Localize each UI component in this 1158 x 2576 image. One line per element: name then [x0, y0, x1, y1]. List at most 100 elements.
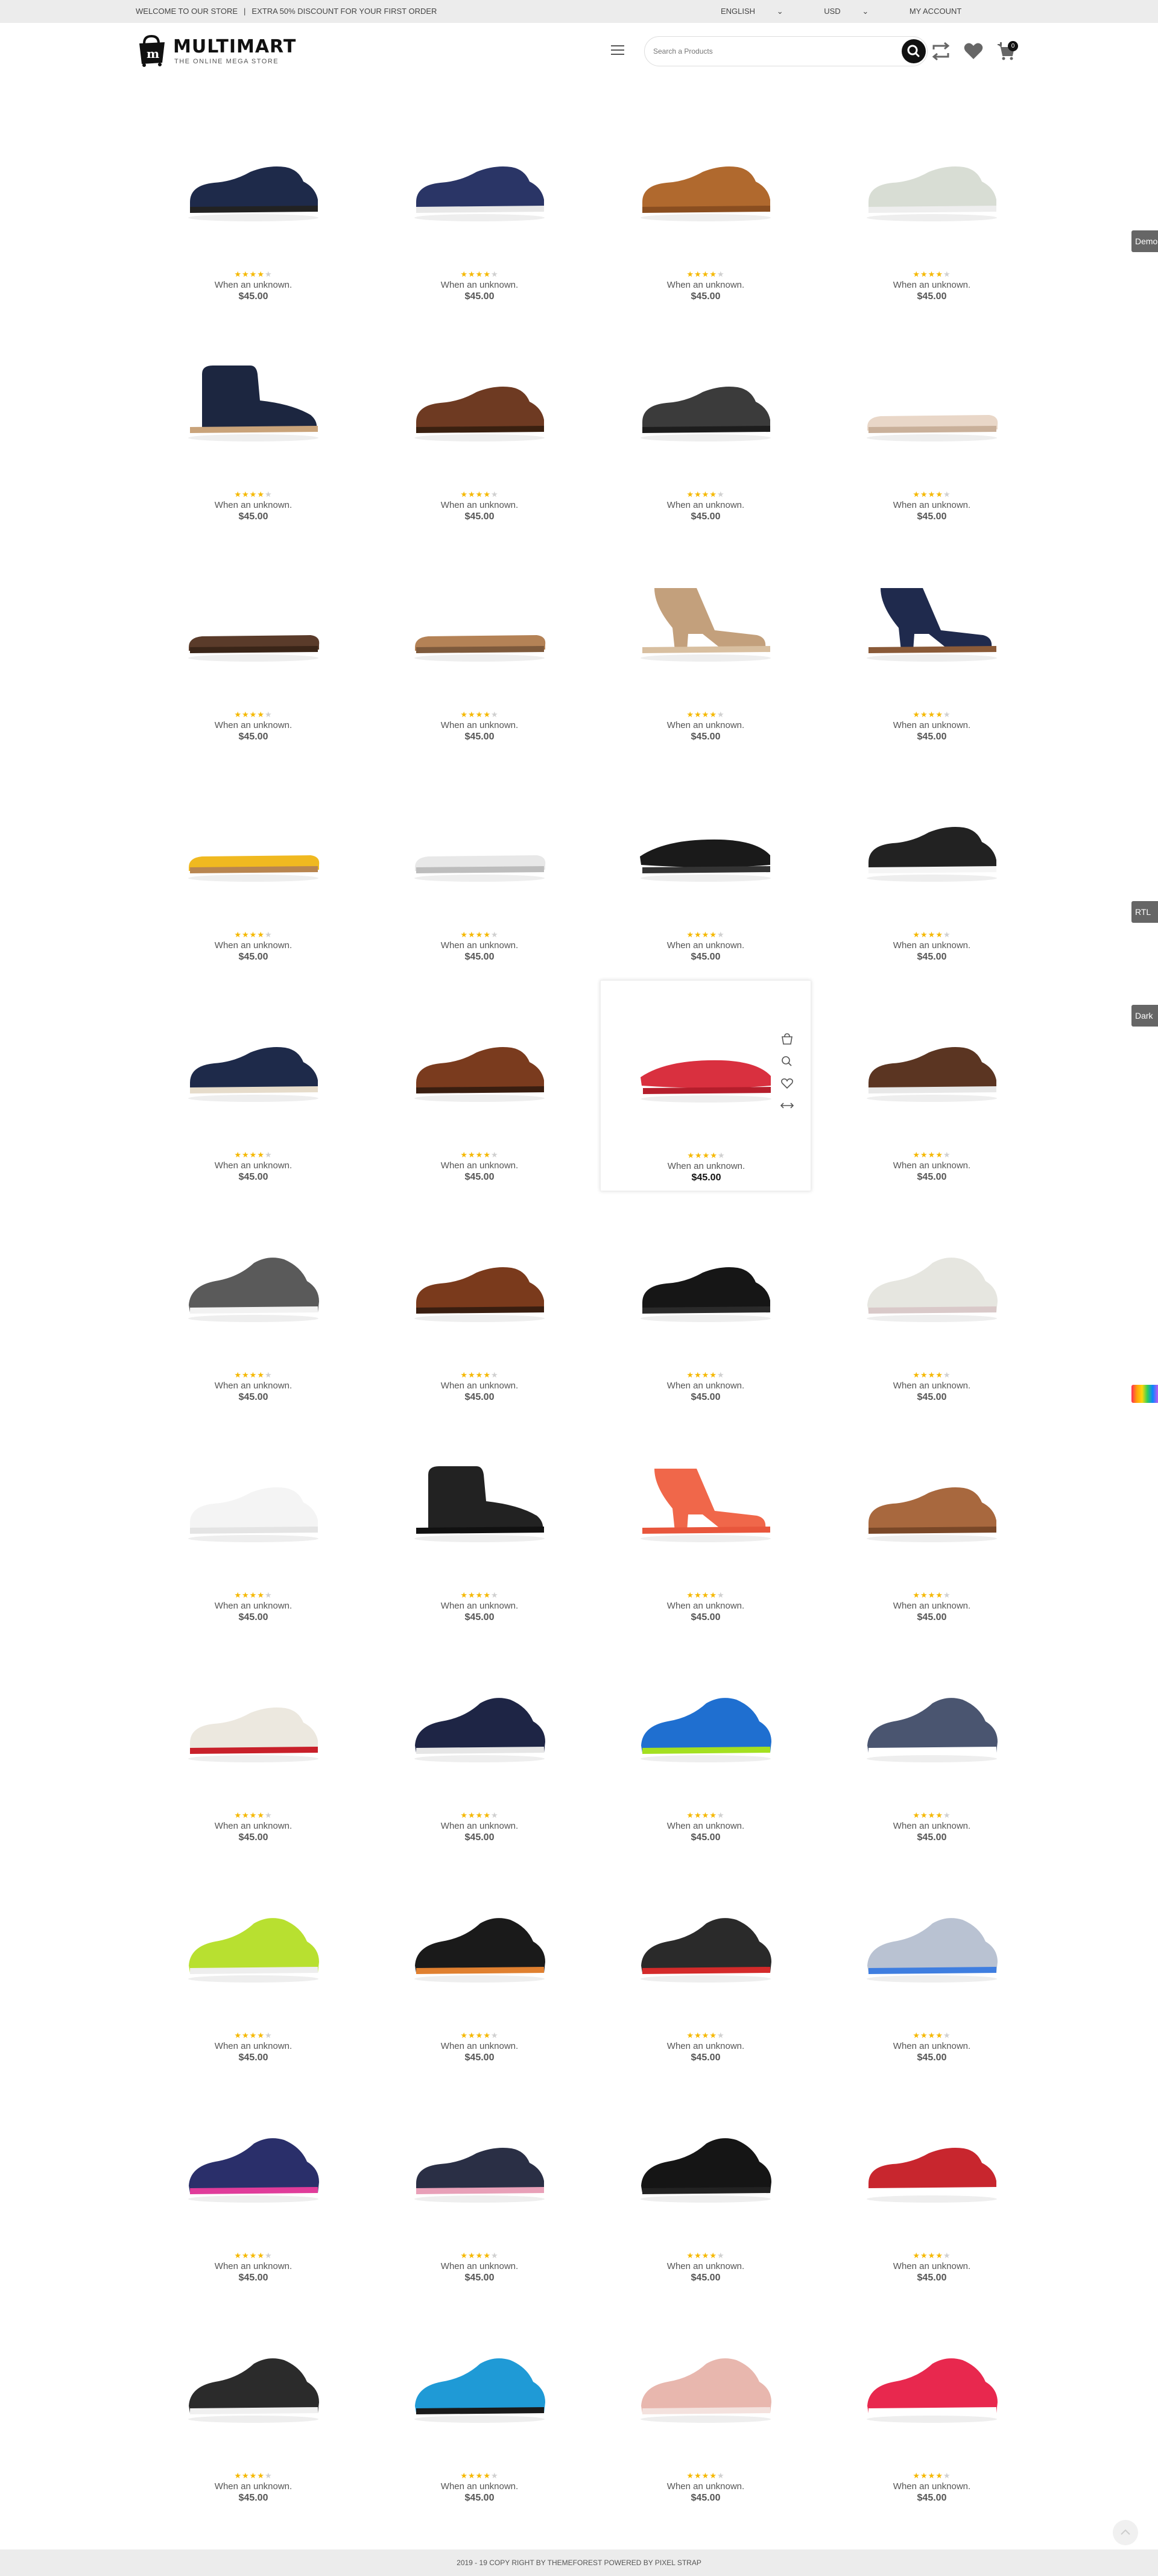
product-card[interactable]: ★★★★★ When an unknown. $45.00: [374, 1641, 585, 1852]
product-name[interactable]: When an unknown.: [600, 2481, 811, 2492]
brown-flip-flop-icon[interactable]: [178, 570, 329, 672]
product-name[interactable]: When an unknown.: [600, 1601, 811, 1611]
compare-icon[interactable]: [779, 1099, 795, 1112]
tan-suede-loafer-icon[interactable]: [856, 1451, 1007, 1553]
red-swoosh-sneaker-icon[interactable]: [856, 2111, 1007, 2214]
product-name[interactable]: When an unknown.: [600, 280, 811, 290]
product-card[interactable]: ★★★★★ When an unknown. $45.00: [826, 320, 1037, 531]
heart-icon[interactable]: [779, 1077, 795, 1090]
product-name[interactable]: When an unknown.: [826, 1381, 1037, 1391]
product-card[interactable]: ★★★★★ When an unknown. $45.00: [148, 100, 359, 311]
product-card[interactable]: ★★★★★ When an unknown. $45.00: [826, 1200, 1037, 1411]
product-card[interactable]: ★★★★★ When an unknown. $45.00: [148, 1420, 359, 1631]
product-name[interactable]: When an unknown.: [148, 1381, 359, 1391]
product-card[interactable]: ★★★★★ When an unknown. $45.00: [600, 540, 811, 751]
product-name[interactable]: When an unknown.: [148, 1821, 359, 1831]
yellow-thong-sandal-icon[interactable]: [178, 790, 329, 893]
product-name[interactable]: When an unknown.: [826, 720, 1037, 730]
product-name[interactable]: When an unknown.: [374, 500, 585, 510]
my-account-link[interactable]: MY ACCOUNT: [910, 7, 961, 16]
product-card[interactable]: ★★★★★ When an unknown. $45.00: [826, 1420, 1037, 1631]
hamburger-menu-icon[interactable]: [611, 45, 624, 55]
coral-block-heel-sandal-icon[interactable]: [630, 1451, 781, 1553]
grey-canvas-sneaker-icon[interactable]: [856, 130, 1007, 232]
product-name[interactable]: When an unknown.: [826, 2261, 1037, 2271]
quick-view-icon[interactable]: [779, 1054, 795, 1068]
cart-button[interactable]: 0: [995, 41, 1018, 62]
strappy-wedge-sandal-icon[interactable]: [630, 570, 781, 672]
product-card[interactable]: ★★★★★ When an unknown. $45.00: [600, 320, 811, 531]
product-card[interactable]: ★★★★★ When an unknown. $45.00: [826, 760, 1037, 971]
product-card[interactable]: ★★★★★ When an unknown. $45.00: [600, 1420, 811, 1631]
black-red-trail-shoe-icon[interactable]: [630, 1891, 781, 1993]
navy-chukka-boot-icon[interactable]: [178, 350, 329, 452]
navy-red-trainer-icon[interactable]: [404, 1671, 555, 1773]
product-name[interactable]: When an unknown.: [600, 2041, 811, 2051]
product-name[interactable]: When an unknown.: [148, 720, 359, 730]
product-name[interactable]: When an unknown.: [600, 940, 811, 951]
product-card[interactable]: ★★★★★ When an unknown. $45.00: [148, 760, 359, 971]
tan-woven-loafer-icon[interactable]: [630, 130, 781, 232]
grey-swoosh-sneaker-icon[interactable]: [856, 1671, 1007, 1773]
navy-pink-runner-icon[interactable]: [178, 2111, 329, 2214]
product-name[interactable]: When an unknown.: [148, 2481, 359, 2492]
product-card[interactable]: ★★★★★ When an unknown. $45.00: [374, 100, 585, 311]
product-name[interactable]: When an unknown.: [826, 1601, 1037, 1611]
product-name[interactable]: When an unknown.: [826, 1821, 1037, 1831]
product-card[interactable]: ★★★★★ When an unknown. $45.00: [826, 540, 1037, 751]
pink-classic-sneaker-icon[interactable]: [630, 2331, 781, 2434]
product-name[interactable]: When an unknown.: [826, 1160, 1037, 1171]
demo-tab[interactable]: Demo: [1131, 230, 1158, 252]
polka-dot-sneaker-icon[interactable]: [404, 2111, 555, 2214]
red-running-shoe-icon[interactable]: [856, 2331, 1007, 2434]
product-name[interactable]: When an unknown.: [374, 280, 585, 290]
product-name[interactable]: When an unknown.: [600, 1381, 811, 1391]
product-name[interactable]: When an unknown.: [374, 2041, 585, 2051]
search-input[interactable]: [653, 44, 888, 59]
grey-running-shoe-icon[interactable]: [178, 1230, 329, 1333]
black-knit-sneaker-icon[interactable]: [630, 2111, 781, 2214]
product-name[interactable]: When an unknown.: [374, 1601, 585, 1611]
navy-knit-oxford-icon[interactable]: [178, 1010, 329, 1113]
product-card[interactable]: ★★★★★ When an unknown. $45.00: [374, 1420, 585, 1631]
search-button[interactable]: [902, 39, 926, 63]
product-card[interactable]: ★★★★★ When an unknown. $45.00: [600, 980, 811, 1191]
navy-slip-on-sneaker-icon[interactable]: [404, 130, 555, 232]
black-orange-trail-shoe-icon[interactable]: [404, 1891, 555, 1993]
lace-flat-icon[interactable]: [856, 350, 1007, 452]
product-card[interactable]: ★★★★★ When an unknown. $45.00: [374, 320, 585, 531]
white-platform-sandal-icon[interactable]: [404, 790, 555, 893]
black-combat-boot-icon[interactable]: [404, 1451, 555, 1553]
dark-mode-tab[interactable]: Dark: [1131, 1005, 1158, 1027]
silver-blue-runner-icon[interactable]: [856, 1891, 1007, 1993]
product-card[interactable]: ★★★★★ When an unknown. $45.00: [374, 1200, 585, 1411]
tan-flip-flop-icon[interactable]: [404, 570, 555, 672]
product-card[interactable]: ★★★★★ When an unknown. $45.00: [148, 980, 359, 1191]
blue-lime-running-shoe-icon[interactable]: [630, 1671, 781, 1773]
product-name[interactable]: When an unknown.: [374, 2481, 585, 2492]
rtl-tab[interactable]: RTL: [1131, 901, 1158, 923]
dark-grey-brogue-icon[interactable]: [630, 350, 781, 452]
navy-suede-oxford-icon[interactable]: [178, 130, 329, 232]
red-pool-slide-icon[interactable]: [631, 1011, 782, 1113]
product-name[interactable]: When an unknown.: [600, 1821, 811, 1831]
compare-button[interactable]: [930, 41, 952, 62]
lime-running-shoe-icon[interactable]: [178, 1891, 329, 1993]
white-striped-sneaker-icon[interactable]: [178, 1671, 329, 1773]
product-name[interactable]: When an unknown.: [148, 500, 359, 510]
brown-derby-icon[interactable]: [404, 1230, 555, 1333]
product-card[interactable]: ★★★★★ When an unknown. $45.00: [600, 2081, 811, 2292]
currency-select[interactable]: USD ⌄: [824, 7, 888, 16]
product-name[interactable]: When an unknown.: [148, 1160, 359, 1171]
product-name[interactable]: When an unknown.: [374, 1821, 585, 1831]
product-card[interactable]: ★★★★★ When an unknown. $45.00: [374, 980, 585, 1191]
product-name[interactable]: When an unknown.: [148, 2261, 359, 2271]
product-card[interactable]: ★★★★★ When an unknown. $45.00: [826, 100, 1037, 311]
product-card[interactable]: ★★★★★ When an unknown. $45.00: [374, 1861, 585, 2072]
product-card[interactable]: ★★★★★ When an unknown. $45.00: [148, 1641, 359, 1852]
black-strap-slide-icon[interactable]: [630, 790, 781, 893]
wishlist-button[interactable]: [963, 41, 984, 62]
product-name[interactable]: When an unknown.: [148, 2041, 359, 2051]
brown-brogue-icon[interactable]: [404, 350, 555, 452]
product-card[interactable]: ★★★★★ When an unknown. $45.00: [148, 540, 359, 751]
